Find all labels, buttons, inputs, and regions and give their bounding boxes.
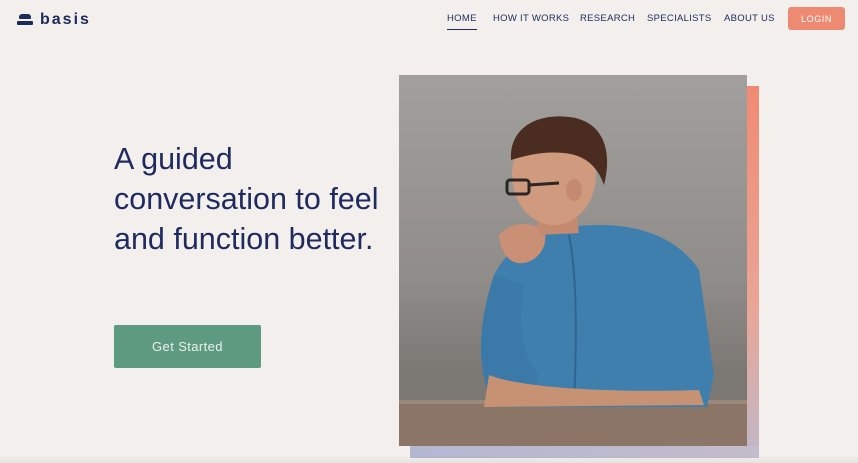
hero-photo-illustration (399, 116, 747, 446)
accent-frame-right (746, 86, 759, 458)
nav-item-home[interactable]: HOME (447, 13, 477, 30)
nav-item-how-it-works[interactable]: HOW IT WORKS (493, 13, 569, 24)
nav-item-about-us[interactable]: ABOUT US (724, 13, 775, 24)
basis-logo-icon (17, 14, 33, 26)
get-started-button[interactable]: Get Started (114, 325, 261, 368)
login-button[interactable]: LOGIN (788, 7, 845, 30)
brand-logo[interactable]: basis (17, 11, 91, 29)
brand-name: basis (40, 11, 91, 28)
nav-item-specialists[interactable]: SPECIALISTS (647, 13, 712, 24)
hero-photo (399, 75, 747, 446)
hero-headline: A guided conversation to feel and functi… (114, 142, 379, 256)
page-bottom-shadow (0, 455, 858, 463)
nav-item-research[interactable]: RESEARCH (580, 13, 635, 24)
